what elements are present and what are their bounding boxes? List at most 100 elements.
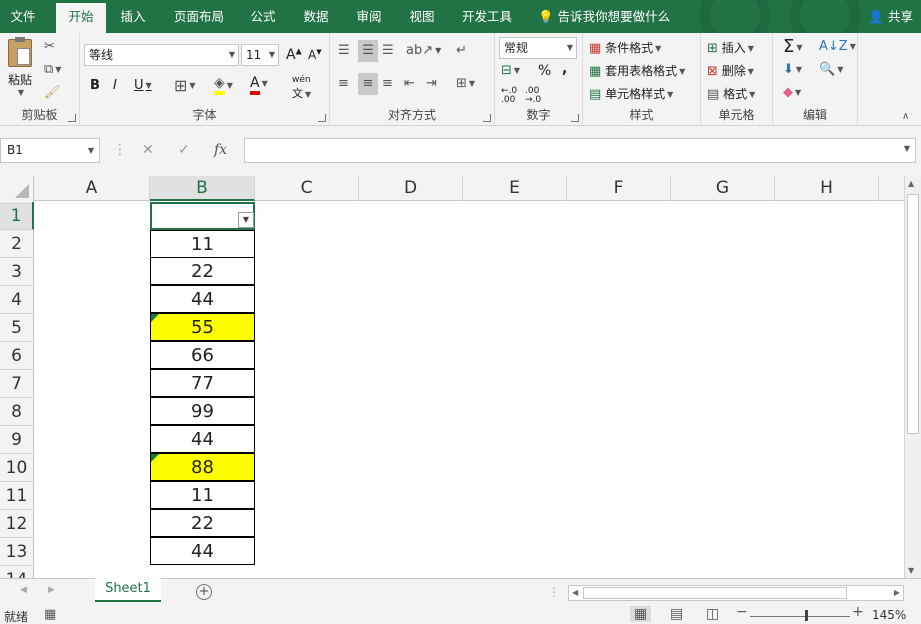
tell-me-box[interactable]: 💡 告诉我你想要做什么 [538,0,670,33]
column-header-c[interactable]: C [255,176,359,201]
next-sheet-icon[interactable]: ▶ [48,585,55,595]
row-header[interactable]: 7 [0,370,34,398]
align-middle-button[interactable]: ☰ [358,40,378,62]
prev-sheet-icon[interactable]: ◀ [20,585,27,595]
scroll-down-icon[interactable]: ▼ [908,566,914,575]
increase-decimal-button[interactable]: ←.0.00 [501,87,517,105]
column-header-a[interactable]: A [34,176,150,201]
cell-b12[interactable]: 22 [150,509,255,537]
italic-button[interactable]: I [113,78,117,93]
row-header[interactable]: 6 [0,342,34,370]
tab-developer[interactable]: 开发工具 [456,0,518,33]
vertical-scrollbar[interactable]: ▲ ▼ [904,176,921,578]
column-header-h[interactable]: H [775,176,879,201]
bold-button[interactable]: B [90,78,100,93]
tab-formulas[interactable]: 公式 [244,0,282,33]
vertical-scroll-thumb[interactable] [907,194,919,434]
row-header[interactable]: 10 [0,454,34,482]
sheet-tab-sheet1[interactable]: Sheet1 [95,578,161,602]
row-header[interactable]: 11 [0,482,34,510]
clear-button[interactable]: ◆ ▼ [783,85,801,100]
zoom-slider-track[interactable] [750,616,850,617]
copy-button[interactable]: ⧉ ▼ [44,62,61,77]
cell-b3[interactable]: 22 [150,257,255,285]
collapse-ribbon-button[interactable]: ∧ [902,111,909,122]
underline-button[interactable]: U ▼ [134,78,152,93]
page-break-view-icon[interactable]: ◫ [706,606,719,622]
format-as-table-button[interactable]: ▦ 套用表格格式 ▼ [589,62,685,79]
tab-data[interactable]: 数据 [297,0,335,33]
row-header[interactable]: 13 [0,538,34,566]
name-box[interactable]: B1 ▼ [0,138,100,163]
align-top-button[interactable]: ☰ [338,43,350,58]
align-center-button[interactable]: ≡ [358,73,378,95]
row-header[interactable]: 9 [0,426,34,454]
column-header-f[interactable]: F [567,176,671,201]
insert-cells-button[interactable]: ⊞ 插入 ▼ [707,39,754,56]
row-header[interactable]: 2 [0,230,34,258]
row-header[interactable]: 8 [0,398,34,426]
cut-button[interactable]: ✂ [44,39,55,54]
insert-function-button[interactable]: fx [214,142,227,158]
autofilter-dropdown[interactable]: ▼ [238,212,254,228]
fill-color-button[interactable]: ◈ ▼ [214,75,233,95]
error-indicator-icon[interactable] [151,314,159,322]
zoom-out-button[interactable]: − [736,604,748,620]
row-header[interactable]: 4 [0,286,34,314]
grow-font-button[interactable]: A▲ [286,46,302,63]
zoom-in-button[interactable]: + [852,604,864,620]
format-painter-button[interactable]: 🖌 [44,85,61,100]
cell-b13[interactable]: 44 [150,537,255,565]
cell-b4[interactable]: 44 [150,285,255,313]
comma-style-button[interactable]: , [562,61,567,77]
cell-b8[interactable]: 99 [150,397,255,425]
wrap-text-button[interactable]: ↵ [456,43,467,58]
cancel-entry-button[interactable]: ✕ [142,142,154,158]
autosum-button[interactable]: Σ ▼ [783,36,803,57]
column-header-d[interactable]: D [359,176,463,201]
cell-b5[interactable]: 55 [150,313,255,341]
row-header[interactable]: 12 [0,510,34,538]
tab-review[interactable]: 审阅 [350,0,388,33]
column-header-g[interactable]: G [671,176,775,201]
page-layout-view-icon[interactable]: ▤ [670,606,683,622]
cell-b2[interactable]: 11 [150,230,255,258]
tab-file[interactable]: 文件 [4,0,42,33]
row-header[interactable]: 1 [0,202,34,230]
merge-center-button[interactable]: ⊞ ▼ [456,76,475,91]
delete-cells-button[interactable]: ⊠ 删除 ▼ [707,62,754,79]
format-cells-button[interactable]: ▤ 格式 ▼ [707,85,755,102]
sort-filter-button[interactable]: A↓Z ▼ [819,39,856,54]
accounting-format-button[interactable]: ⊟ ▼ [501,63,520,78]
dialog-launcher-icon[interactable] [483,114,491,122]
phonetic-button[interactable]: wén 文 ▼ [292,75,311,101]
row-header[interactable]: 5 [0,314,34,342]
align-right-button[interactable]: ≡ [382,76,393,91]
decrease-decimal-button[interactable]: .00 →.0 [525,87,541,105]
tab-insert[interactable]: 插入 [114,0,152,33]
fill-button[interactable]: ⬇ ▼ [783,62,802,77]
zoom-level[interactable]: 145% [872,608,906,622]
font-color-button[interactable]: A ▼ [250,75,268,95]
percent-button[interactable]: % [538,63,551,79]
row-header[interactable]: 3 [0,258,34,286]
formula-input[interactable]: ▼ [244,138,916,163]
column-header-b[interactable]: B [150,176,255,201]
tab-page-layout[interactable]: 页面布局 [168,0,230,33]
row-header[interactable]: 14 [0,566,34,578]
cell-styles-button[interactable]: ▤ 单元格样式 ▼ [589,85,673,102]
worksheet-grid[interactable]: A B C D E F G H 1234567891011121314 1122… [0,176,904,578]
cell-b10[interactable]: 88 [150,453,255,481]
align-left-button[interactable]: ≡ [338,76,349,91]
select-all-button[interactable] [0,176,34,201]
zoom-slider-thumb[interactable] [805,610,808,621]
orientation-button[interactable]: ab↗ ▼ [406,43,441,58]
cell-b9[interactable]: 44 [150,425,255,453]
normal-view-icon[interactable]: ▦ [630,606,652,622]
cell-b6[interactable]: 66 [150,341,255,369]
find-select-button[interactable]: 🔍 ▼ [819,62,843,77]
dialog-launcher-icon[interactable] [68,114,76,122]
tab-view[interactable]: 视图 [403,0,441,33]
share-button[interactable]: 👤 共享 [868,0,913,33]
error-indicator-icon[interactable] [151,454,159,462]
